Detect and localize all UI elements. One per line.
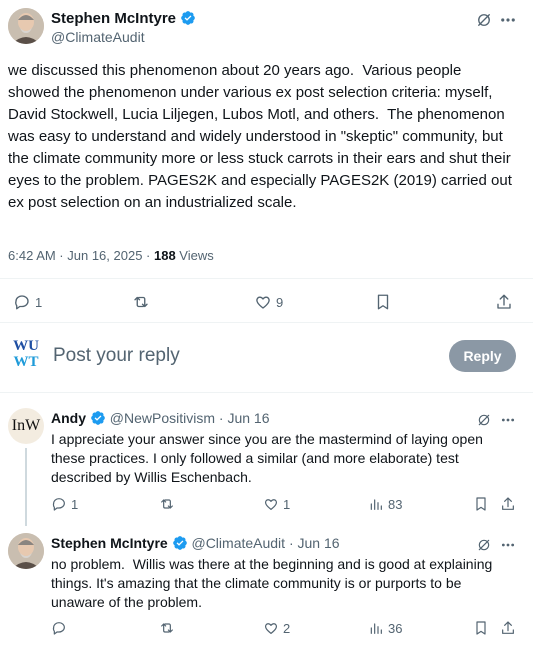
views-count: 36 (388, 620, 403, 636)
reply-count: 1 (71, 496, 79, 512)
views-action[interactable]: 83 (368, 496, 402, 512)
share-icon (502, 621, 514, 634)
avatar-logo-bottom: WT (13, 354, 39, 370)
reply-text: I appreciate your answer since you are t… (51, 431, 483, 485)
share-action[interactable] (500, 620, 516, 636)
reply-button[interactable]: Reply (449, 340, 516, 372)
divider (0, 278, 533, 279)
reply-action[interactable]: 1 (51, 496, 78, 512)
bookmark-icon (377, 294, 389, 310)
author-name[interactable]: Stephen McIntyre (51, 10, 176, 27)
more-options-icon[interactable] (498, 10, 518, 30)
reply-author-handle[interactable]: @NewPositivism (110, 410, 215, 426)
reply-icon (52, 498, 65, 511)
grok-icon[interactable] (474, 410, 494, 430)
reply-author-handle[interactable]: @ClimateAudit (191, 535, 285, 551)
bookmark-icon (476, 497, 486, 511)
verified-badge-icon (181, 11, 196, 25)
reply-icon (15, 295, 29, 310)
like-action[interactable]: 1 (263, 496, 290, 512)
reply-icon (52, 622, 65, 635)
user-avatar[interactable]: WU WT (8, 338, 44, 374)
reply-text: no problem. Willis was there at the begi… (51, 556, 497, 610)
bookmark-action[interactable] (473, 620, 489, 636)
tweet-timestamp[interactable]: 6:42 AM · Jun 16, 2025 · (8, 248, 154, 263)
divider (0, 322, 533, 323)
reply-author-avatar[interactable]: InW (8, 408, 44, 444)
analytics-icon (370, 499, 382, 510)
thread-line (25, 448, 27, 526)
views-count: 83 (388, 496, 403, 512)
like-count: 2 (283, 620, 291, 636)
divider (0, 392, 533, 393)
reply-author-name[interactable]: Stephen McIntyre (51, 535, 168, 551)
avatar-logo-top: WU (13, 338, 39, 354)
reply-author-avatar[interactable] (8, 533, 44, 569)
views-count: 188 (153, 248, 176, 263)
reply-date[interactable]: · Jun 16 (285, 535, 340, 551)
reply-count: 1 (35, 294, 43, 310)
more-options-icon[interactable] (498, 535, 518, 555)
retweet-icon (134, 296, 148, 308)
author-handle[interactable]: @ClimateAudit (51, 29, 145, 45)
analytics-icon (370, 623, 382, 634)
reply-input[interactable]: Post your reply (53, 345, 433, 367)
bookmark-action[interactable] (473, 496, 489, 512)
retweet-icon (161, 623, 173, 633)
heart-icon (256, 296, 270, 309)
reply-action[interactable]: 1 (13, 293, 42, 311)
avatar-text: InW (11, 417, 41, 434)
like-count: 9 (276, 294, 284, 310)
like-action[interactable]: 9 (254, 293, 283, 311)
retweet-action[interactable] (132, 293, 154, 311)
like-action[interactable]: 2 (263, 620, 290, 636)
share-icon (502, 497, 514, 510)
share-icon (497, 294, 511, 309)
heart-icon (265, 499, 277, 510)
views-action[interactable]: 36 (368, 620, 402, 636)
share-action[interactable] (500, 496, 516, 512)
tweet-text: we discussed this phenomenon about 20 ye… (8, 62, 517, 211)
retweet-action[interactable] (159, 620, 179, 636)
retweet-icon (161, 499, 173, 509)
bookmark-action[interactable] (374, 293, 392, 311)
reply-author-name[interactable]: Andy (51, 410, 86, 426)
verified-badge-icon (172, 536, 187, 550)
grok-icon[interactable] (474, 10, 494, 30)
grok-icon[interactable] (474, 535, 494, 555)
views-label: Views (175, 248, 214, 263)
verified-badge-icon (91, 411, 105, 425)
more-options-icon[interactable] (498, 410, 518, 430)
reply-date[interactable]: · Jun 16 (215, 410, 270, 426)
tweet-meta: 6:42 AM · Jun 16, 2025 · 188 Views (8, 248, 214, 263)
heart-icon (265, 623, 277, 634)
bookmark-icon (476, 621, 486, 635)
share-action[interactable] (495, 293, 513, 311)
author-avatar[interactable] (8, 8, 44, 44)
reply-action[interactable] (51, 620, 71, 636)
retweet-action[interactable] (159, 496, 179, 512)
like-count: 1 (283, 496, 291, 512)
